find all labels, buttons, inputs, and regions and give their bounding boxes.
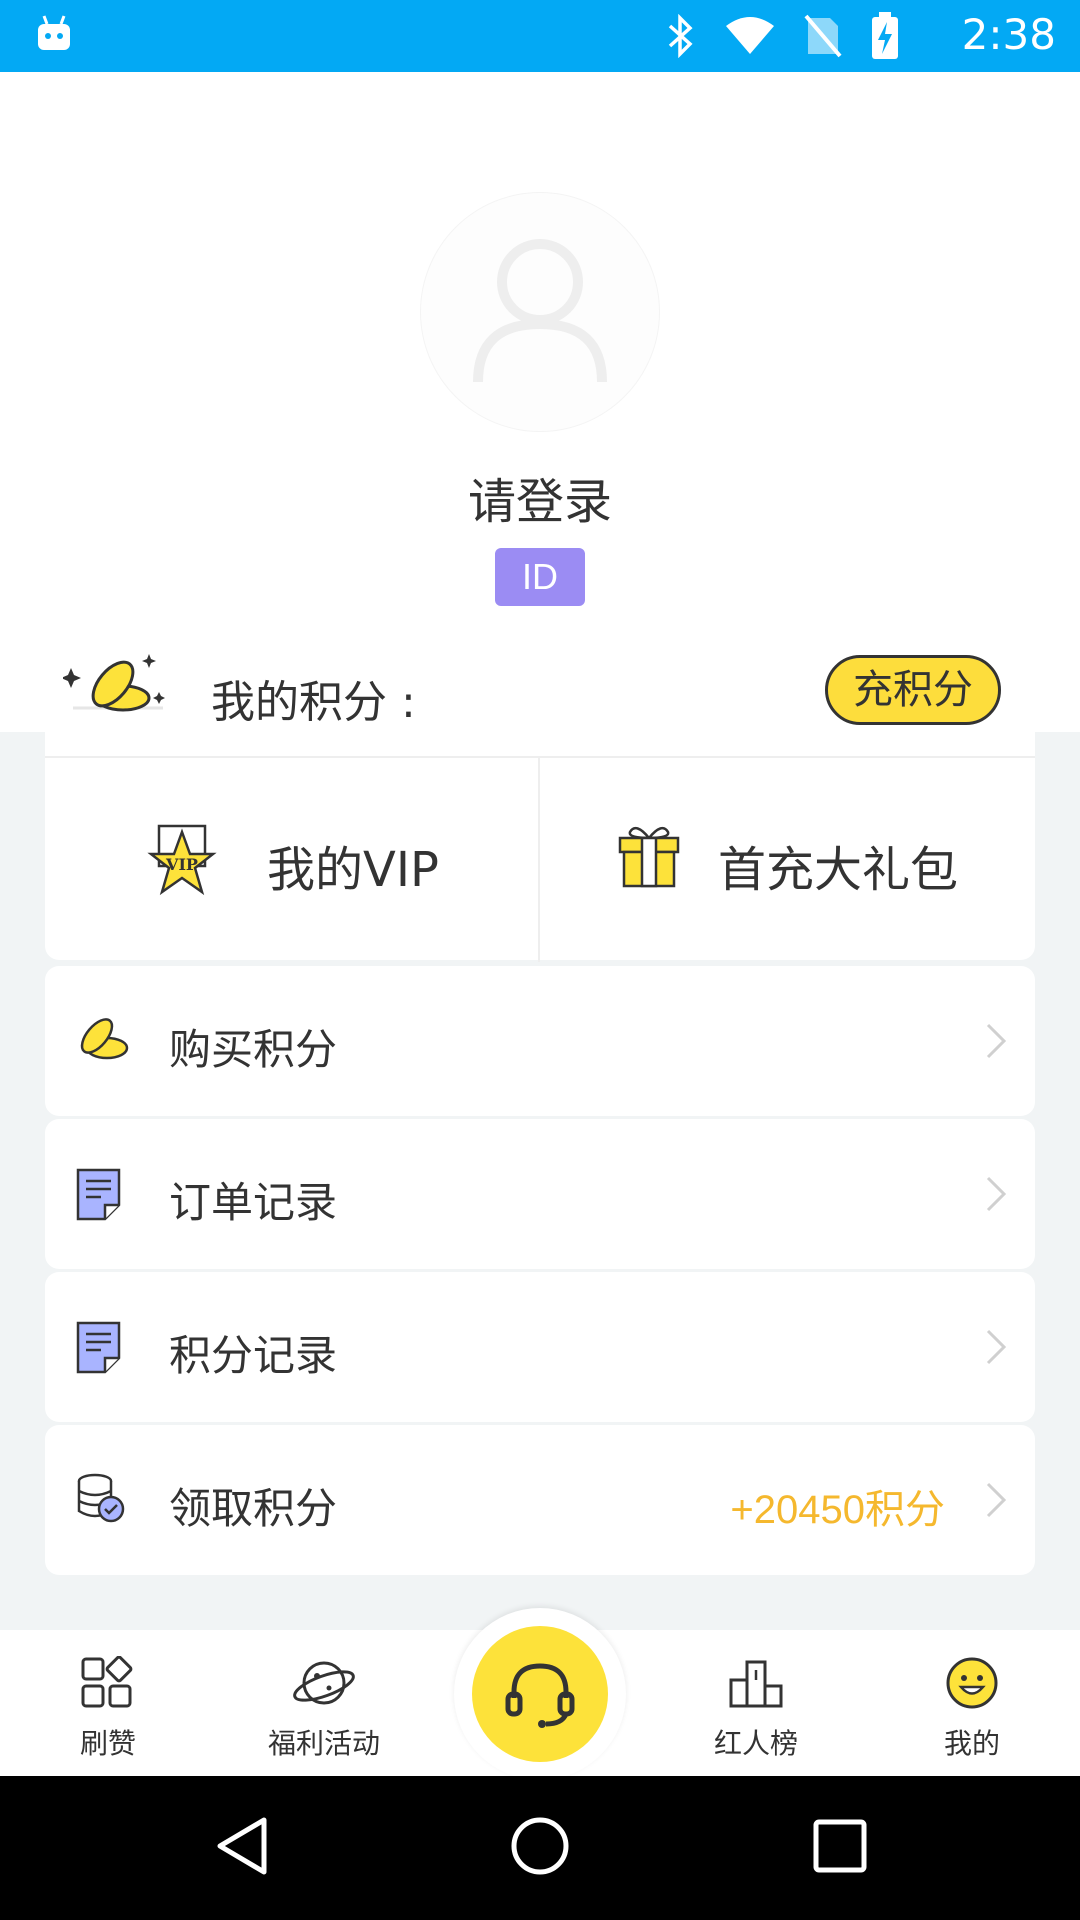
tab-mine-label: 我的 [943,1727,1000,1760]
bluetooth-icon [666,13,696,62]
wifi-icon [724,16,776,60]
coins-icon [61,650,173,730]
claim-points-row[interactable]: 领取积分 +20450积分 [45,1425,1035,1575]
recents-icon[interactable] [812,1816,868,1880]
status-time: 2:38 [961,10,1056,59]
order-records-row[interactable]: 订单记录 [45,1119,1035,1269]
user-placeholder-icon [473,239,607,382]
claim-points-label: 领取积分 [169,1484,338,1533]
planet-icon [216,1656,432,1710]
back-icon[interactable] [214,1816,270,1880]
gift-icon [618,824,680,892]
tab-mine[interactable]: 我的 [864,1630,1080,1776]
my-vip-label: 我的VIP [267,842,439,898]
my-vip-button[interactable]: VIP 我的VIP [45,758,538,962]
grid-apps-icon [0,1656,216,1710]
status-bar: 2:38 [0,0,1080,72]
document-icon [75,1167,123,1225]
tab-welfare[interactable]: 福利活动 [216,1630,432,1776]
smiley-face-icon [864,1656,1080,1710]
buy-points-label: 购买积分 [169,1025,338,1074]
tab-ranking[interactable]: 红人榜 [648,1630,864,1776]
vip-star-icon: VIP [147,824,217,902]
document-icon [75,1320,123,1378]
podium-icon [648,1656,864,1710]
first-recharge-label: 首充大礼包 [718,842,959,898]
android-robot-icon [36,14,72,58]
order-records-label: 订单记录 [169,1178,338,1227]
database-check-icon [75,1473,125,1527]
battery-charging-icon [870,12,900,64]
id-badge: ID [495,548,585,606]
points-records-row[interactable]: 积分记录 [45,1272,1035,1422]
chevron-right-icon [985,1328,1007,1370]
points-records-label: 积分记录 [169,1331,338,1380]
claim-points-value: +20450积分 [730,1488,945,1532]
headset-icon [505,1663,575,1728]
tab-likes[interactable]: 刷赞 [0,1630,216,1776]
avatar[interactable] [420,192,660,432]
customer-service-button-ring [454,1608,626,1780]
home-icon[interactable] [510,1816,570,1880]
coins-icon [75,1014,129,1068]
chevron-right-icon [985,1175,1007,1217]
chevron-right-icon [985,1481,1007,1523]
recharge-points-button[interactable]: 充积分 [825,655,1001,725]
buy-points-row[interactable]: 购买积分 [45,966,1035,1116]
first-recharge-gift-button[interactable]: 首充大礼包 [540,758,1033,962]
system-navigation-bar [0,1776,1080,1920]
svg-text:VIP: VIP [165,855,198,874]
customer-service-button[interactable] [472,1626,608,1762]
login-prompt[interactable]: 请登录 [0,462,1080,532]
tab-ranking-label: 红人榜 [713,1727,798,1760]
tab-welfare-label: 福利活动 [267,1727,380,1760]
vip-row: VIP 我的VIP 首充大礼包 [45,756,1035,962]
no-sim-icon [804,14,842,62]
tab-likes-label: 刷赞 [79,1727,136,1760]
chevron-right-icon [985,1022,1007,1064]
points-card: 我的积分 : 充积分 [45,628,1035,756]
my-points-label: 我的积分 : [211,677,416,728]
